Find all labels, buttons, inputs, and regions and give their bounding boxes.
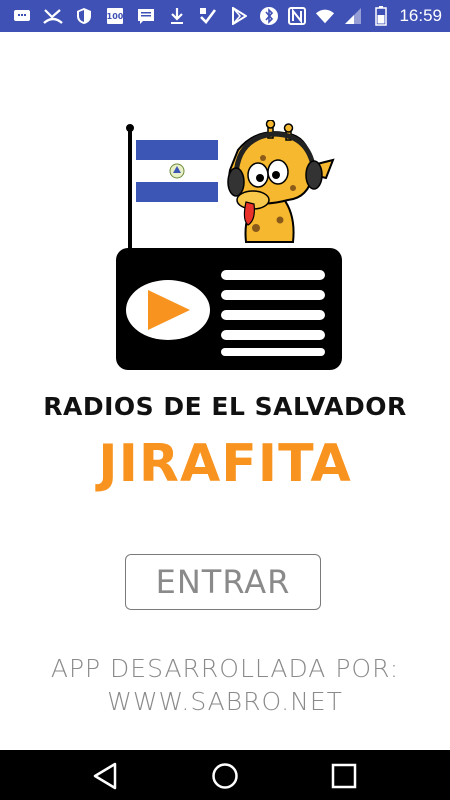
- enter-button[interactable]: ENTRAR: [125, 554, 321, 610]
- message-icon: [136, 6, 156, 26]
- shield-icon: [74, 6, 94, 26]
- download-icon: [167, 6, 187, 26]
- recent-apps-icon[interactable]: [329, 761, 359, 791]
- credits-website-link[interactable]: WWW.SABRO.NET: [0, 687, 450, 716]
- credits-label: APP DESARROLLADA POR:: [50, 654, 400, 683]
- signal-icon: [343, 6, 363, 26]
- wifi-icon: [315, 6, 335, 26]
- svg-text:100: 100: [107, 12, 124, 21]
- chat-icon: [12, 6, 32, 26]
- checkbox-icon: [198, 6, 218, 26]
- bluetooth-icon: [259, 6, 279, 26]
- app-subtitle: JIRAFITA: [98, 434, 352, 494]
- app-title: RADIOS DE EL SALVADOR: [43, 392, 407, 421]
- battery-icon: [371, 6, 391, 26]
- giraffe-mascot: [227, 120, 335, 243]
- splash-screen: RADIOS DE EL SALVADOR JIRAFITA ENTRAR AP…: [0, 32, 450, 750]
- missed-call-icon: [43, 6, 63, 26]
- back-icon[interactable]: [90, 761, 120, 791]
- clock: 16:59: [399, 6, 442, 25]
- el-salvador-flag: [136, 140, 218, 202]
- notification-icons: 100: [12, 6, 249, 26]
- radio-giraffe-logo: [116, 120, 342, 370]
- home-icon[interactable]: [210, 761, 240, 791]
- nfc-icon: [287, 6, 307, 26]
- status-bar: 100 16:59: [0, 0, 450, 32]
- navigation-bar: [0, 750, 450, 800]
- system-icons: 16:59: [259, 4, 442, 28]
- news-icon: 100: [105, 6, 125, 26]
- play-store-icon: [229, 6, 249, 26]
